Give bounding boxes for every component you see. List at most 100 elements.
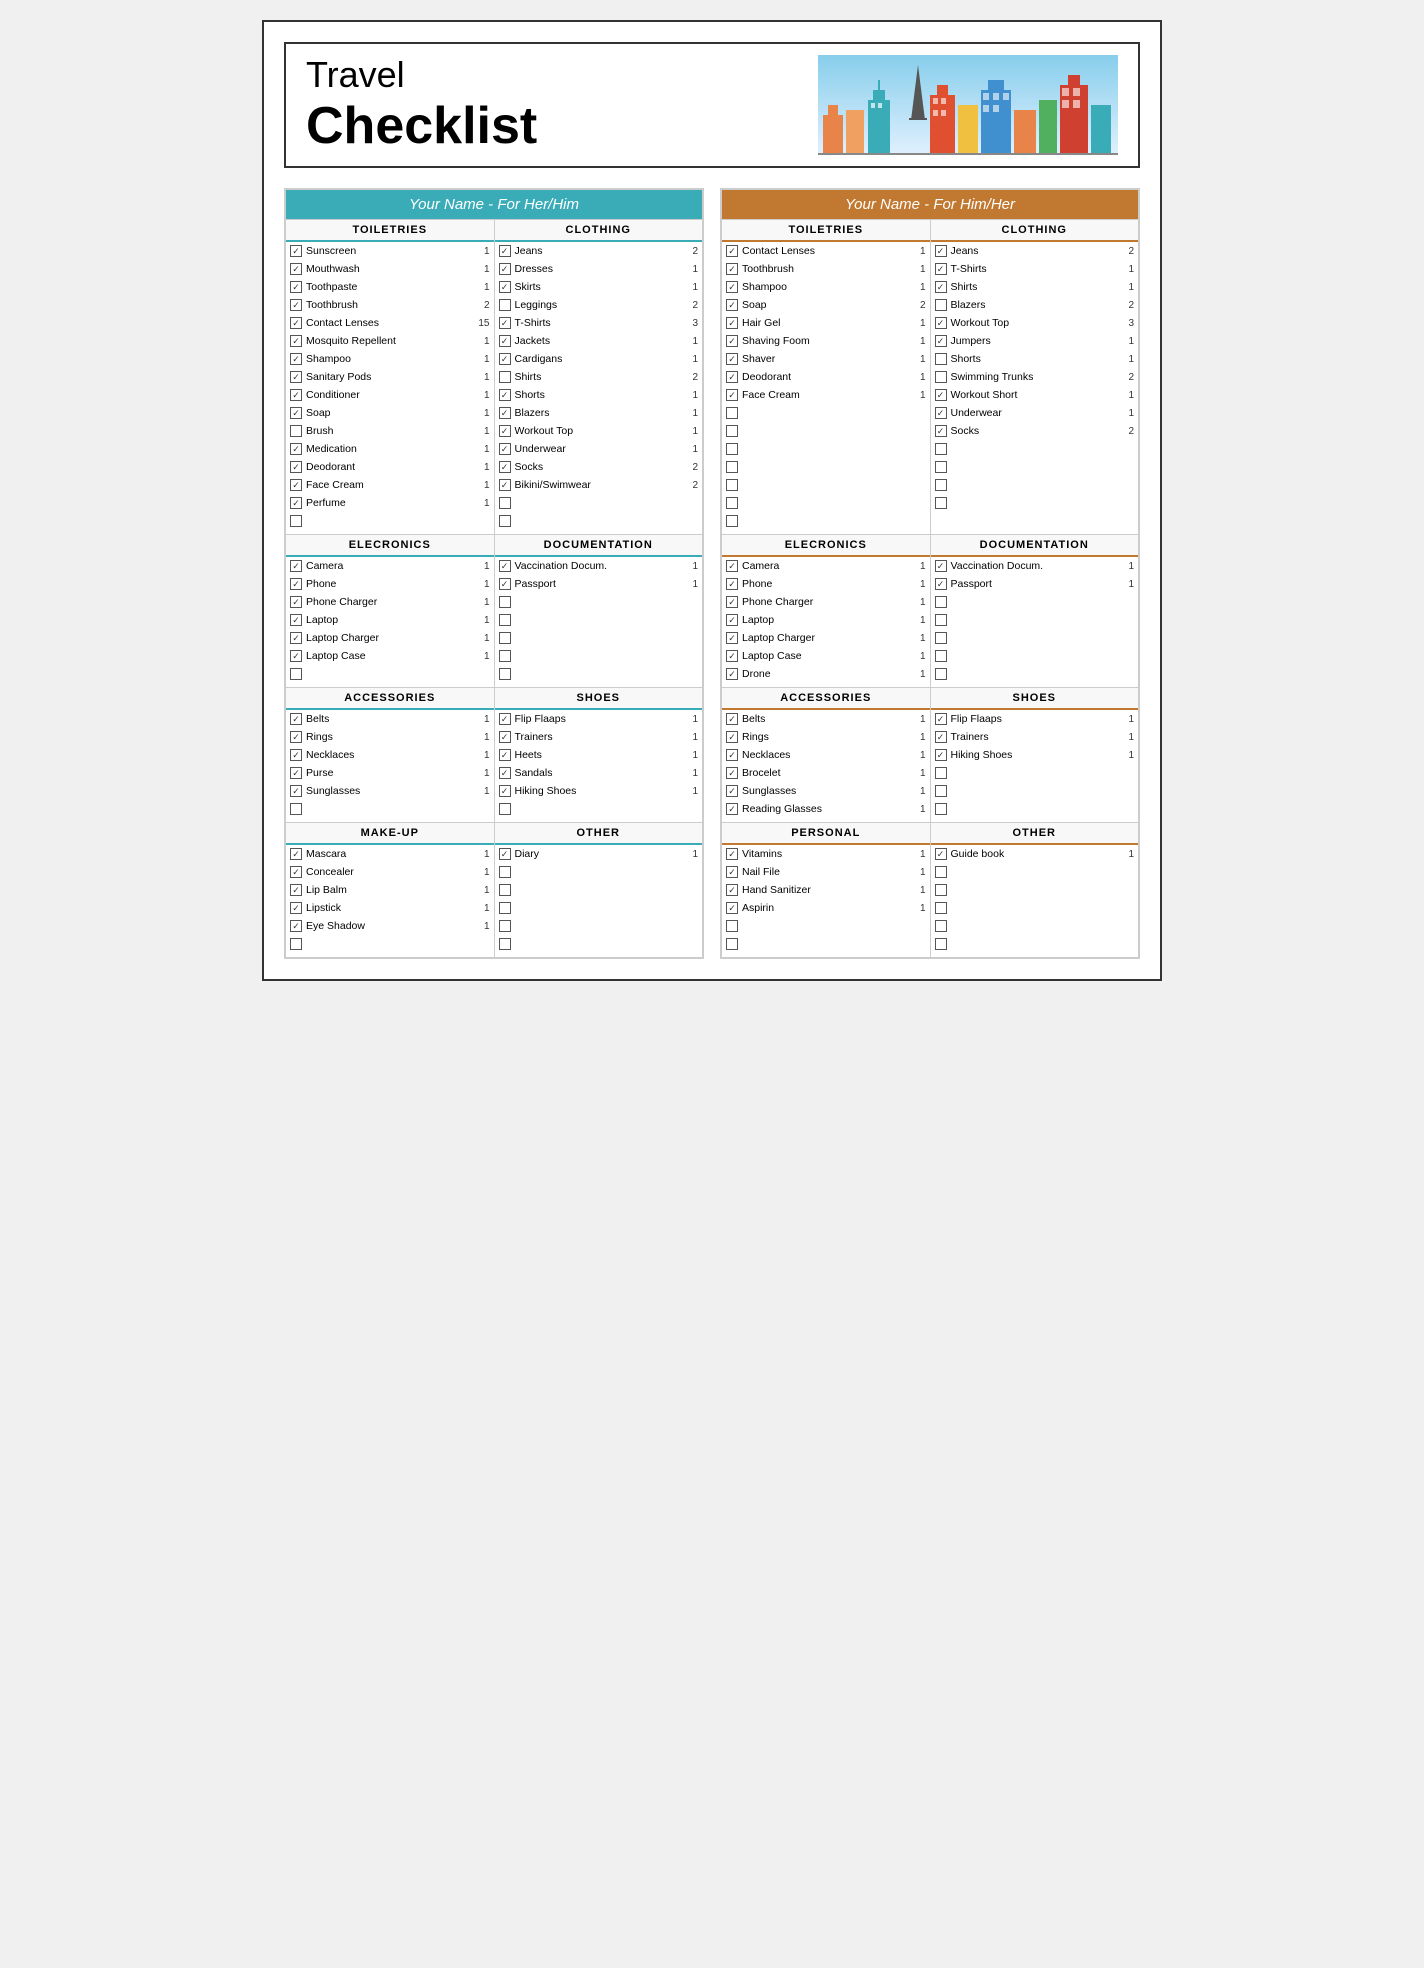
checkbox[interactable] <box>499 281 511 293</box>
checkbox[interactable] <box>290 497 302 509</box>
checkbox[interactable] <box>290 596 302 608</box>
checkbox[interactable] <box>935 389 947 401</box>
checkbox[interactable] <box>290 749 302 761</box>
checkbox[interactable] <box>935 245 947 257</box>
checkbox[interactable] <box>290 866 302 878</box>
checkbox[interactable] <box>499 353 511 365</box>
checkbox[interactable] <box>499 731 511 743</box>
list-item: Perfume1 <box>286 494 494 512</box>
checkbox[interactable] <box>726 560 738 572</box>
checkbox[interactable] <box>290 425 302 437</box>
checkbox[interactable] <box>499 560 511 572</box>
checkbox[interactable] <box>499 245 511 257</box>
checkbox[interactable] <box>935 848 947 860</box>
checkbox[interactable] <box>290 407 302 419</box>
checkbox[interactable] <box>499 263 511 275</box>
checkbox[interactable] <box>499 461 511 473</box>
checkbox[interactable] <box>935 407 947 419</box>
checkbox[interactable] <box>290 245 302 257</box>
checkbox[interactable] <box>935 749 947 761</box>
checkbox[interactable] <box>290 731 302 743</box>
checkbox[interactable] <box>935 371 947 383</box>
checkbox[interactable] <box>726 281 738 293</box>
checkbox[interactable] <box>726 263 738 275</box>
checkbox[interactable] <box>290 461 302 473</box>
checkbox[interactable] <box>726 614 738 626</box>
checkbox[interactable] <box>290 335 302 347</box>
checkbox[interactable] <box>499 479 511 491</box>
checkbox[interactable] <box>499 371 511 383</box>
checkbox[interactable] <box>290 920 302 932</box>
checkbox[interactable] <box>499 389 511 401</box>
checkbox[interactable] <box>290 614 302 626</box>
checkbox[interactable] <box>726 866 738 878</box>
checkbox[interactable] <box>935 353 947 365</box>
checkbox[interactable] <box>290 785 302 797</box>
checkbox[interactable] <box>935 335 947 347</box>
checkbox[interactable] <box>290 353 302 365</box>
checkbox[interactable] <box>290 884 302 896</box>
checkbox[interactable] <box>290 560 302 572</box>
checkbox[interactable] <box>290 767 302 779</box>
checkbox[interactable] <box>935 731 947 743</box>
checkbox[interactable] <box>290 263 302 275</box>
him-shoes-section: SHOES Flip Flaaps1 Trainers1 Hiking Shoe… <box>931 688 1139 822</box>
checkbox[interactable] <box>499 443 511 455</box>
checkbox[interactable] <box>726 299 738 311</box>
checkbox[interactable] <box>726 578 738 590</box>
checkbox[interactable] <box>290 848 302 860</box>
checkbox[interactable] <box>290 650 302 662</box>
checkbox[interactable] <box>726 767 738 779</box>
checkbox[interactable] <box>726 713 738 725</box>
checkbox[interactable] <box>935 578 947 590</box>
checkbox[interactable] <box>726 884 738 896</box>
checkbox[interactable] <box>726 353 738 365</box>
her-column-header: Your Name - For Her/Him <box>286 190 702 219</box>
checkbox[interactable] <box>726 848 738 860</box>
checkbox[interactable] <box>726 245 738 257</box>
checkbox[interactable] <box>290 389 302 401</box>
checkbox[interactable] <box>290 632 302 644</box>
checkbox[interactable] <box>499 425 511 437</box>
checkbox[interactable] <box>290 299 302 311</box>
checkbox[interactable] <box>290 479 302 491</box>
checkbox[interactable] <box>935 317 947 329</box>
checkbox[interactable] <box>726 749 738 761</box>
checkbox[interactable] <box>726 632 738 644</box>
checkbox[interactable] <box>726 371 738 383</box>
checkbox[interactable] <box>726 650 738 662</box>
checkbox[interactable] <box>726 731 738 743</box>
checkbox[interactable] <box>290 443 302 455</box>
checkbox[interactable] <box>726 596 738 608</box>
checkbox[interactable] <box>726 668 738 680</box>
empty-row <box>931 494 1139 512</box>
checkbox[interactable] <box>290 371 302 383</box>
checkbox[interactable] <box>290 317 302 329</box>
checkbox[interactable] <box>499 317 511 329</box>
checkbox[interactable] <box>935 425 947 437</box>
checkbox[interactable] <box>499 749 511 761</box>
checkbox[interactable] <box>290 281 302 293</box>
checkbox[interactable] <box>499 299 511 311</box>
checkbox[interactable] <box>726 317 738 329</box>
checkbox[interactable] <box>499 785 511 797</box>
checkbox[interactable] <box>499 767 511 779</box>
checkbox[interactable] <box>935 263 947 275</box>
checkbox[interactable] <box>935 560 947 572</box>
checkbox[interactable] <box>726 389 738 401</box>
checkbox[interactable] <box>935 299 947 311</box>
checkbox[interactable] <box>290 713 302 725</box>
checkbox[interactable] <box>726 902 738 914</box>
checkbox[interactable] <box>726 803 738 815</box>
checkbox[interactable] <box>499 578 511 590</box>
checkbox[interactable] <box>935 713 947 725</box>
checkbox[interactable] <box>726 335 738 347</box>
checkbox[interactable] <box>935 281 947 293</box>
checkbox[interactable] <box>499 848 511 860</box>
checkbox[interactable] <box>499 407 511 419</box>
checkbox[interactable] <box>726 785 738 797</box>
checkbox[interactable] <box>499 335 511 347</box>
checkbox[interactable] <box>290 578 302 590</box>
checkbox[interactable] <box>499 713 511 725</box>
checkbox[interactable] <box>290 902 302 914</box>
